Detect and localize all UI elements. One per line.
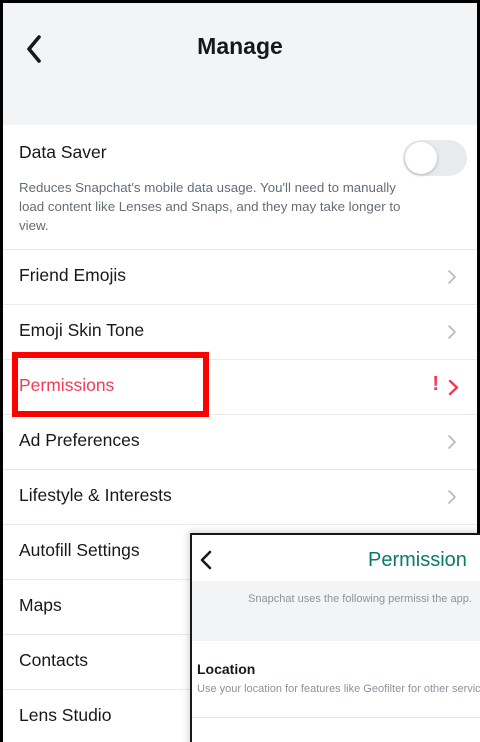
settings-item-label: Emoji Skin Tone bbox=[19, 320, 145, 340]
chevron-right-icon bbox=[448, 270, 456, 284]
data-saver-toggle[interactable] bbox=[403, 140, 467, 176]
data-saver-description: Reduces Snapchat's mobile data usage. Yo… bbox=[19, 180, 401, 233]
inset-intro: Snapchat uses the following permissi the… bbox=[192, 581, 480, 641]
location-description: Use your location for features like Geof… bbox=[197, 683, 480, 695]
inset-top-bar: Permission bbox=[192, 535, 480, 581]
settings-item-lifestyle-interests[interactable]: Lifestyle & Interests bbox=[3, 470, 477, 525]
settings-item-label: Ad Preferences bbox=[19, 430, 140, 450]
data-saver-row: Data Saver Reduces Snapchat's mobile dat… bbox=[3, 125, 477, 250]
settings-item-ad-preferences[interactable]: Ad Preferences bbox=[3, 415, 477, 470]
toggle-knob bbox=[405, 142, 437, 174]
top-bar: Manage bbox=[3, 3, 477, 125]
inset-title: Permission bbox=[368, 549, 467, 571]
location-title: Location bbox=[197, 661, 256, 677]
settings-item-label: Lifestyle & Interests bbox=[19, 485, 172, 505]
highlight-annotation bbox=[12, 352, 209, 417]
settings-item-label: Friend Emojis bbox=[19, 265, 126, 285]
inset-intro-text: Snapchat uses the following permissi the… bbox=[248, 593, 472, 605]
alert-icon: ! bbox=[432, 373, 439, 395]
page-title: Manage bbox=[197, 33, 283, 59]
permissions-screenshot-inset: Permission Snapchat uses the following p… bbox=[190, 533, 480, 742]
chevron-right-icon bbox=[448, 435, 456, 449]
settings-item-friend-emojis[interactable]: Friend Emojis bbox=[3, 250, 477, 305]
settings-item-label: Lens Studio bbox=[19, 705, 112, 725]
settings-item-label: Maps bbox=[19, 595, 62, 615]
settings-item-label: Contacts bbox=[19, 650, 89, 670]
chevron-right-icon bbox=[448, 490, 456, 504]
chevron-left-icon[interactable] bbox=[198, 549, 216, 571]
chevron-right-icon bbox=[448, 325, 456, 339]
divider bbox=[192, 717, 480, 718]
data-saver-label: Data Saver bbox=[19, 142, 107, 162]
chevron-right-icon bbox=[448, 379, 459, 396]
settings-item-label: Autofill Settings bbox=[19, 540, 140, 560]
